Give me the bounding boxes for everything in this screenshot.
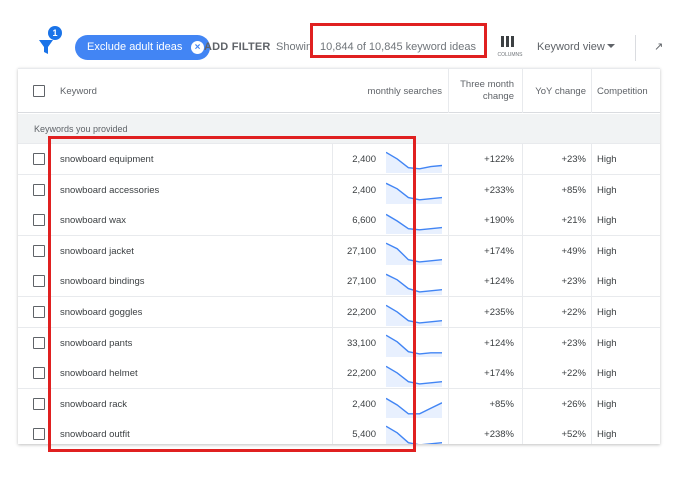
column-divider [591,175,592,206]
three-month-change-cell: +233% [484,185,514,196]
row-checkbox[interactable] [33,275,45,287]
column-divider [591,389,592,420]
competition-cell: High [597,276,617,287]
column-divider [448,266,449,297]
column-divider [591,419,592,444]
competition-cell: High [597,246,617,257]
table-header: Keyword monthly searches Three month cha… [18,69,660,113]
row-checkbox[interactable] [33,306,45,318]
competition-cell: High [597,338,617,349]
yoy-change-cell: +85% [561,185,586,196]
column-divider [448,175,449,206]
yoy-change-cell: +23% [561,276,586,287]
three-month-change-cell: +85% [489,399,514,410]
competition-cell: High [597,368,617,379]
row-checkbox[interactable] [33,337,45,349]
column-divider [522,358,523,389]
column-divider [522,328,523,359]
column-header-monthly-searches[interactable]: monthly searches [350,69,442,113]
three-month-change-cell: +190% [484,215,514,226]
column-divider [591,205,592,236]
columns-label: COLUMNS [497,52,523,58]
column-divider [522,236,523,267]
competition-cell: High [597,307,617,318]
yoy-change-cell: +22% [561,368,586,379]
yoy-change-cell: +21% [561,215,586,226]
showing-label: Showin [276,41,313,53]
yoy-change-cell: +23% [561,154,586,165]
column-divider [591,69,592,113]
column-divider [448,205,449,236]
column-divider [522,297,523,328]
column-divider [448,328,449,359]
column-divider [448,69,449,113]
exclude-adult-ideas-chip[interactable]: Exclude adult ideas × [75,35,210,60]
columns-button[interactable]: COLUMNS [492,36,528,64]
yoy-change-cell: +22% [561,307,586,318]
yoy-change-cell: +23% [561,338,586,349]
column-divider [522,175,523,206]
add-filter-button[interactable]: ADD FILTER [204,41,271,53]
row-checkbox[interactable] [33,245,45,257]
keyword-view-dropdown[interactable]: Keyword view [537,41,605,53]
columns-icon [501,36,515,47]
column-header-keyword[interactable]: Keyword [60,69,180,113]
column-divider [522,266,523,297]
row-checkbox[interactable] [33,428,45,440]
three-month-change-cell: +174% [484,368,514,379]
three-month-change-cell: +124% [484,338,514,349]
row-checkbox[interactable] [33,398,45,410]
row-checkbox[interactable] [33,367,45,379]
column-divider [591,328,592,359]
competition-cell: High [597,154,617,165]
column-divider [448,236,449,267]
competition-cell: High [597,429,617,440]
three-month-change-cell: +235% [484,307,514,318]
filter-count-badge: 1 [48,26,62,40]
column-divider [591,236,592,267]
exclude-chip-label: Exclude adult ideas [87,41,183,53]
column-divider [448,419,449,444]
yoy-change-cell: +26% [561,399,586,410]
competition-cell: High [597,215,617,226]
column-divider [522,144,523,175]
yoy-change-cell: +52% [561,429,586,440]
column-divider [591,358,592,389]
column-divider [448,358,449,389]
toolbar-divider [635,35,636,61]
column-divider [522,389,523,420]
column-divider [448,389,449,420]
row-checkbox[interactable] [33,214,45,226]
highlight-box-keywords [48,136,416,452]
column-divider [522,69,523,113]
row-checkbox[interactable] [33,153,45,165]
three-month-change-cell: +238% [484,429,514,440]
expand-icon[interactable]: ↗ [654,40,663,53]
three-month-change-cell: +174% [484,246,514,257]
column-divider [591,144,592,175]
column-divider [448,297,449,328]
yoy-change-cell: +49% [561,246,586,257]
column-divider [522,419,523,444]
column-header-yoy-change[interactable]: YoY change [526,69,586,113]
column-header-three-month-change[interactable]: Three month change [450,69,514,113]
three-month-change-cell: +124% [484,276,514,287]
close-icon[interactable]: × [191,41,204,54]
chevron-down-icon[interactable] [607,44,615,48]
column-divider [591,266,592,297]
column-divider [448,144,449,175]
highlight-box-idea-count [310,23,487,58]
select-all-checkbox[interactable] [33,85,45,97]
competition-cell: High [597,399,617,410]
competition-cell: High [597,185,617,196]
row-checkbox[interactable] [33,184,45,196]
column-divider [591,297,592,328]
column-divider [522,205,523,236]
column-header-competition[interactable]: Competition [597,69,657,113]
three-month-change-cell: +122% [484,154,514,165]
